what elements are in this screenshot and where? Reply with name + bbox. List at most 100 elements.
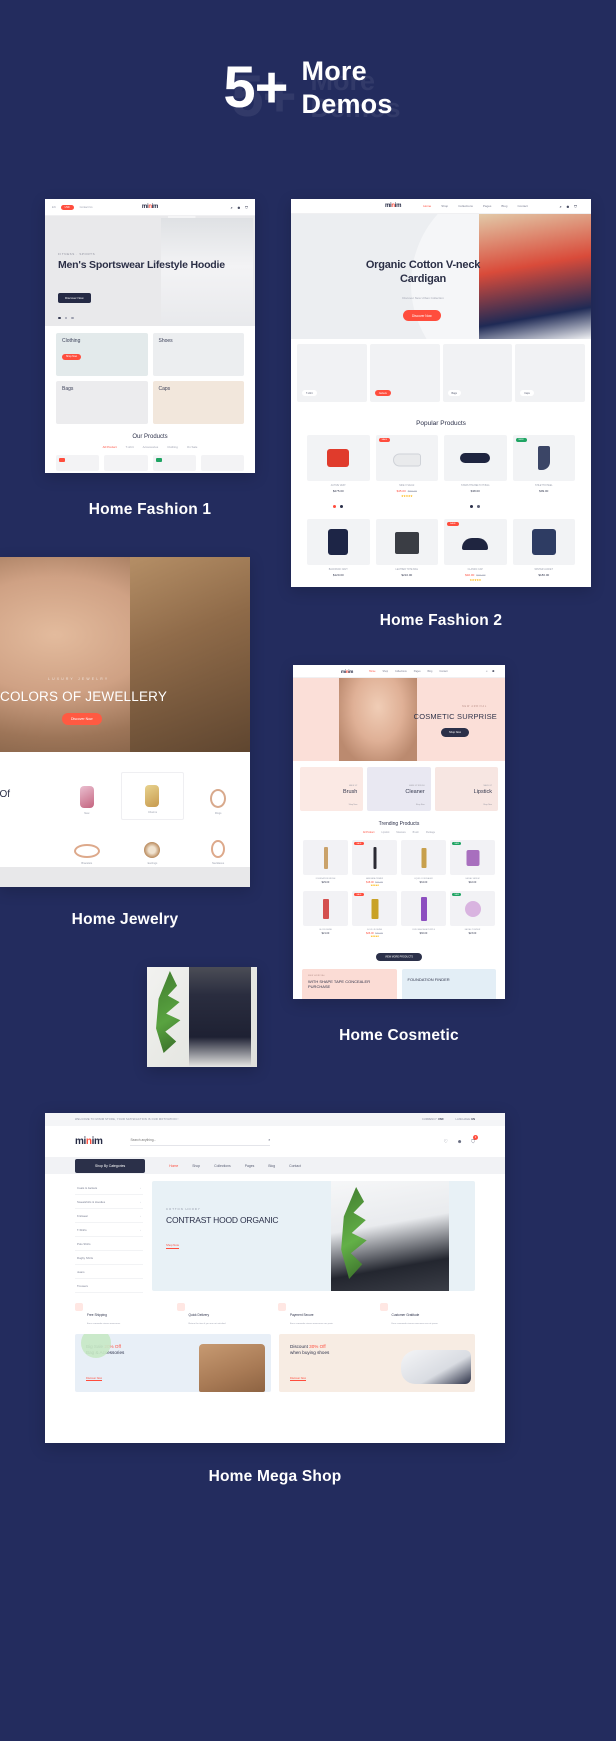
nav-item-shop[interactable]: Shop	[382, 670, 388, 673]
product-card[interactable]: BACKPACK NAVY $120.00	[307, 519, 370, 582]
main-nav[interactable]: Home Shop Collections Pages Blog Contact	[423, 204, 528, 208]
nav-item-pages[interactable]: Pages	[414, 670, 421, 673]
jewelry-category-rings[interactable]: Rings	[186, 772, 250, 820]
hero-slider[interactable]: HOODIE FITNESS · SPORTS Men's Sportswear…	[45, 216, 255, 326]
trending-tab-mascara[interactable]: Mascara	[396, 831, 405, 834]
nav-item-blog[interactable]: Blog	[501, 204, 507, 208]
product-card[interactable]	[104, 455, 148, 471]
sidebar-item-trousers[interactable]: Trousers	[75, 1279, 143, 1293]
category-tile-shoes[interactable]: Shoes	[152, 333, 244, 376]
nav-item-home[interactable]: Home	[423, 204, 431, 208]
promo-button[interactable]: Discover Now	[86, 1377, 102, 1381]
product-card[interactable]: FOUNDATION BRUSH $29.00	[303, 840, 348, 887]
wishlist-icon[interactable]: ♡	[443, 1139, 447, 1145]
demo-card-home-cosmetic[interactable]: minim Home Shop Collections Pages Blog C…	[293, 665, 505, 999]
header-icons[interactable]: ⌕ ☻	[486, 669, 495, 673]
search-icon[interactable]: ⌕	[560, 204, 562, 209]
search-input[interactable]	[130, 1137, 269, 1142]
product-card[interactable]	[56, 455, 100, 471]
jewelry-category-new[interactable]: New	[55, 772, 119, 820]
sidebar-item-coats-jackets[interactable]: Coats & Jackets ›	[75, 1181, 143, 1195]
strip-tile[interactable]: Jackets	[369, 344, 440, 402]
hero-banner[interactable]: Organic Cotton V-neck Cardigan Discover …	[291, 214, 591, 339]
product-card[interactable]: CURL MASCARA PURPLE $30.00	[401, 891, 446, 938]
language-selector[interactable]: LANGUAGE: EN	[456, 1118, 475, 1121]
category-button[interactable]: Shop Now	[349, 804, 358, 806]
hero-banner[interactable]: NEW ARRIVAL COSMETIC SURPRISE Shop Now	[293, 678, 505, 761]
nav-item-home[interactable]: Home	[169, 1164, 178, 1168]
filter-tab-accessories[interactable]: Accessories	[143, 445, 159, 449]
hero-cta-button[interactable]: Discover Now	[58, 293, 91, 303]
product-card[interactable]: STARS THE BELT FIT BAG $38.00	[444, 435, 507, 513]
nav-item-home[interactable]: Home	[369, 670, 375, 673]
product-card[interactable]: SALE MASCARA PRIMER $18.00 $24.00 ★★★★★	[352, 840, 397, 887]
header-icons[interactable]: ⌕ ☻ ⛉	[231, 205, 248, 210]
shop-by-categories-button[interactable]: Shop By Categories	[75, 1158, 146, 1173]
product-colors[interactable]	[444, 495, 507, 513]
main-nav[interactable]: Home Shop Collections Pages Blog Contact	[169, 1164, 301, 1168]
nav-item-collections[interactable]: Collections	[214, 1164, 231, 1168]
product-card[interactable]: LEATHER TOTE BAG $210.00	[375, 519, 438, 582]
nav-item-shop[interactable]: Shop	[192, 1164, 200, 1168]
hero-cta-button[interactable]: Discover Now	[403, 310, 441, 321]
promo-big-sale[interactable]: Big Sale 20% Off Bag & Accessories Disco…	[75, 1333, 271, 1392]
promo-discount-shoes[interactable]: Discount 30% Off when buying shoes Disco…	[279, 1333, 475, 1392]
demo-card-home-fashion-1[interactable]: EN USD Contact Us minim ⌕ ☻ ⛉ HOODIE FIT…	[45, 199, 255, 473]
header-icons[interactable]: ♡ ☻ ⛉ 0	[443, 1134, 478, 1145]
nav-item-blog[interactable]: Blog	[428, 670, 433, 673]
product-card[interactable]: GLOSS SHINE $21.00	[303, 891, 348, 938]
trending-tab-lipstick[interactable]: Lipstick	[381, 831, 389, 834]
product-card[interactable]: NEW FACIAL SERUM $42.00	[450, 840, 495, 887]
product-card[interactable]: SALE GOLD LID SHINE $26.00 $32.00 ★★★★★	[352, 891, 397, 938]
cart-icon[interactable]: ⛉	[574, 204, 577, 209]
hero-banner[interactable]: LUXURY JEWELRY COLORS OF JEWELLERY Disco…	[0, 557, 250, 752]
nav-item-contact[interactable]: Contact	[289, 1164, 301, 1168]
nav-item-blog[interactable]: Blog	[268, 1164, 275, 1168]
promo-banner-foundation[interactable]: FOUNDATION FINDER Find Your Shade	[401, 969, 496, 999]
jewelry-category-bracelets[interactable]: Bracelets	[55, 822, 119, 870]
product-card[interactable]: ACTIVE VEST $275.00	[307, 435, 370, 513]
topbar-contact[interactable]: Contact Us	[80, 206, 93, 209]
trending-tab-all[interactable]: All Product	[363, 831, 375, 834]
topbar-currency[interactable]: USD	[60, 204, 74, 210]
view-more-button[interactable]: VIEW MORE PRODUCTS	[375, 952, 423, 961]
sidebar-item-rugby-shirts[interactable]: Rugby Shirts	[75, 1251, 143, 1265]
filter-tab-all[interactable]: All Product	[103, 445, 117, 449]
search-icon[interactable]: ⌕	[486, 669, 488, 673]
account-icon[interactable]: ☻	[457, 1139, 462, 1145]
search-icon[interactable]: ⌕	[231, 205, 233, 210]
category-button[interactable]: Shop Now	[62, 353, 82, 360]
strip-tile[interactable]: Bags	[442, 344, 513, 402]
product-card[interactable]	[152, 455, 196, 471]
topbar-lang[interactable]: EN	[52, 206, 56, 209]
demo-card-home-mega-shop[interactable]: WELCOME TO MINIM STORE, YOUR SATISFACTIO…	[45, 1113, 505, 1443]
product-card[interactable]: NEW STILETTO HEEL $99.00	[512, 435, 575, 513]
nav-item-collections[interactable]: Collections	[395, 670, 407, 673]
product-card[interactable]: WINTER JACKET $180.00	[512, 519, 575, 582]
filter-tab-onsale[interactable]: On Sale	[187, 445, 197, 449]
product-card[interactable]: LIQUID CONCEALER $34.00	[401, 840, 446, 887]
search-bar[interactable]: ⌕	[130, 1137, 271, 1146]
header-icons[interactable]: ⌕ ☻ ⛉	[560, 204, 577, 209]
product-card[interactable]: SALE NIKE X SACAI $45.00 $60.00 ★★★★★	[375, 435, 438, 513]
category-tile-lipstick[interactable]: MAKE UP Lipstick Shop Now	[434, 767, 498, 811]
account-icon[interactable]: ☻	[237, 205, 241, 210]
nav-item-pages[interactable]: Pages	[245, 1164, 255, 1168]
hero-cta-button[interactable]: Shop Now	[166, 1243, 179, 1249]
welcome-bar-right[interactable]: CURRENCY: USD LANGUAGE: EN	[422, 1118, 475, 1121]
nav-item-pages[interactable]: Pages	[483, 204, 492, 208]
category-tile-brush[interactable]: MAKE UP Brush Shop Now	[300, 767, 364, 811]
slider-dots[interactable]	[58, 316, 74, 319]
nav-item-shop[interactable]: Shop	[441, 204, 448, 208]
category-tile-bags[interactable]: Bags	[56, 381, 148, 424]
demo-card-home-jewelry[interactable]: LUXURY JEWELRY COLORS OF JEWELLERY Disco…	[0, 557, 250, 887]
category-tile-cleaner[interactable]: MAKE UP BRUSH Cleaner Shop Now	[367, 767, 431, 811]
category-button[interactable]: Shop Now	[483, 804, 492, 806]
nav-item-contact[interactable]: Contact	[439, 670, 447, 673]
jewelry-category-necklaces[interactable]: Necklaces	[186, 822, 250, 870]
category-button[interactable]: Shop Now	[416, 804, 425, 806]
search-icon[interactable]: ⌕	[268, 1137, 270, 1142]
product-card[interactable]: NEW FACIAL POWDER $23.00	[450, 891, 495, 938]
product-card[interactable]: SALE CLASSIC CAP $32.00 $40.00 ★★★★★	[444, 519, 507, 582]
account-icon[interactable]: ☻	[566, 204, 570, 209]
